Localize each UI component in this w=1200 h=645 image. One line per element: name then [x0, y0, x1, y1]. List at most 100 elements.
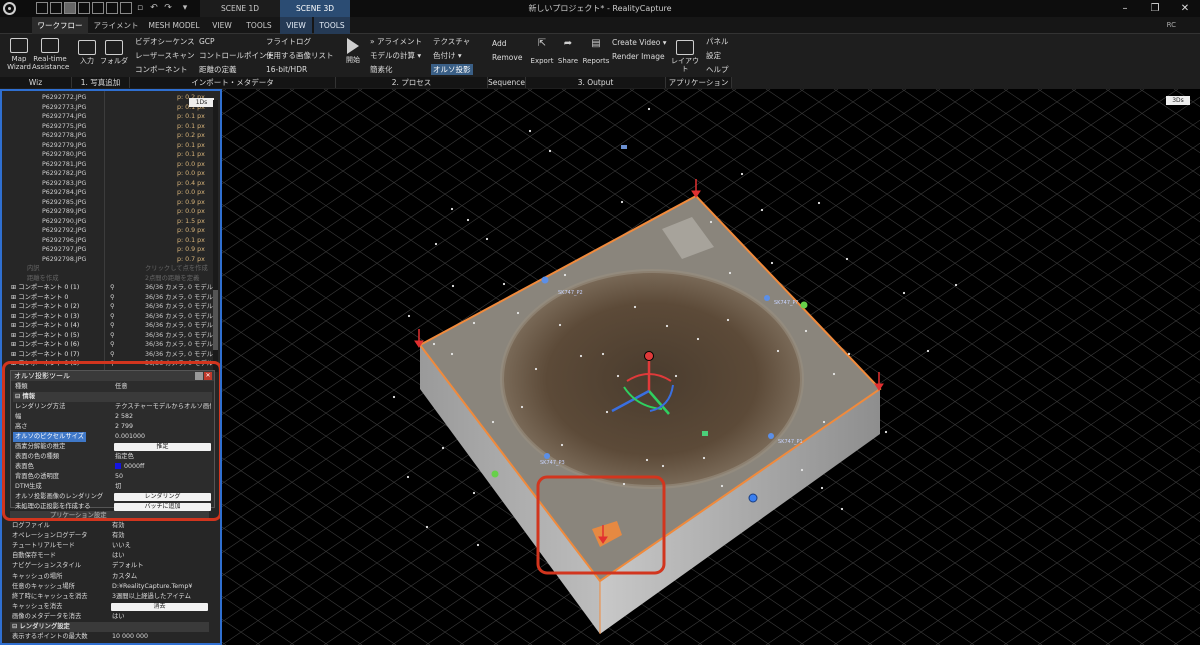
control-point-button[interactable]: コントロールポイント [199, 50, 274, 61]
image-list-button[interactable]: 使用する画像リスト [266, 50, 334, 61]
image-list-item[interactable]: P6292792.JPG p: 0.9 px [5, 226, 210, 236]
component-row[interactable]: ⊞ コンポーネント 0 (2) ⚲ 36/36 カメラ, 0 モデル [5, 302, 213, 312]
tab-scene-3d[interactable]: SCENE 3D [280, 0, 350, 17]
component-row[interactable]: ⊞ コンポーネント 0 (6) ⚲ 36/36 カメラ, 0 モデル [5, 340, 213, 350]
maximize-icon[interactable]: ❐ [1140, 0, 1170, 17]
image-list-item[interactable]: P6292783.JPG p: 0.4 px [5, 179, 210, 189]
simplify-button[interactable]: 簡素化 [370, 64, 393, 75]
layout-6-icon[interactable] [106, 2, 118, 14]
scene-canvas[interactable]: SK747_P2 SK747_P? SK747_P1 SK747_P3 [222, 89, 1200, 645]
control-point-p2[interactable] [541, 276, 549, 284]
layout-7-icon[interactable] [120, 2, 132, 14]
settings-row[interactable]: 画像のメタデータを消去 はい [10, 612, 209, 622]
setting-action-button[interactable]: 消去 [111, 602, 208, 611]
export-button[interactable]: ⇱ Export [530, 39, 554, 66]
image-list-item[interactable]: P6292779.JPG p: 0.1 px [5, 141, 210, 151]
folder-button[interactable]: フォルダ [100, 40, 128, 65]
reports-button[interactable]: ▤ Reports [582, 39, 610, 66]
layout-4-icon[interactable] [78, 2, 90, 14]
control-point-p[interactable] [764, 295, 770, 301]
tab-tools-3d[interactable]: TOOLS [314, 17, 350, 34]
component-button[interactable]: コンポーネント [135, 64, 188, 75]
image-list-item[interactable]: P6292790.JPG p: 1.5 px [5, 217, 210, 227]
gizmo-z-handle[interactable] [644, 351, 654, 361]
image-list-item[interactable]: P6292785.JPG p: 0.9 px [5, 198, 210, 208]
scrollbar-thumb[interactable] [213, 290, 218, 350]
image-list-item[interactable]: P6292781.JPG p: 0.0 px [5, 160, 210, 170]
hdr-button[interactable]: 16-bit/HDR [266, 64, 307, 75]
image-list-item[interactable]: P6292773.JPG p: 0.1 px [5, 103, 210, 113]
image-list-item[interactable]: P6292772.JPGp: 0.2 px [5, 93, 210, 103]
settings-row[interactable]: ログファイル 有効 [10, 521, 209, 531]
setting-value[interactable]: D:¥RealityCapture.Temp¥ [112, 582, 208, 592]
start-button[interactable]: 開始 [340, 38, 366, 64]
camera-position-marker[interactable] [748, 493, 758, 503]
realtime-assistance-button[interactable]: Real-time Assistance [32, 38, 69, 71]
map-wizard-button[interactable]: Map Wizard [4, 38, 34, 71]
create-video-button[interactable]: Create Video ▾ [612, 37, 666, 48]
setting-value[interactable]: 10 000 000 [112, 632, 208, 642]
compute-model-button[interactable]: モデルの計算 ▾ [370, 50, 421, 61]
image-list-item[interactable]: P6292775.JPG p: 0.1 px [5, 122, 210, 132]
colorize-button[interactable]: 色付け ▾ [433, 50, 462, 61]
component-row[interactable]: ⊞ コンポーネント 0 (4) ⚲ 36/36 カメラ, 0 モデル [5, 321, 213, 331]
images-1ds-button[interactable]: 1Ds [189, 98, 214, 107]
alignment-button[interactable]: » アライメント [370, 36, 422, 47]
tab-mesh-model[interactable]: MESH MODEL [144, 17, 204, 34]
component-row[interactable]: ⊞ コンポーネント 0 (3) ⚲ 36/36 カメラ, 0 モデル [5, 312, 213, 322]
sequence-add-button[interactable]: Add [492, 38, 507, 49]
share-button[interactable]: ➦ Share [556, 39, 580, 66]
tab-view[interactable]: VIEW [204, 17, 240, 34]
control-point-p3[interactable] [544, 453, 550, 459]
settings-button[interactable]: 設定 [706, 50, 721, 61]
redo-icon[interactable]: ↷ [162, 2, 174, 14]
ground-marker-right[interactable] [800, 301, 808, 309]
settings-row[interactable]: ナビゲーションスタイル デフォルト [10, 561, 209, 571]
settings-row[interactable]: ⊟ レンダリング設定 [10, 622, 209, 632]
component-row[interactable]: ⊞ コンポーネント 0 (7) ⚲ 36/36 カメラ, 0 モデル [5, 350, 213, 360]
ground-marker-left[interactable] [491, 470, 499, 478]
component-row[interactable]: ⊞ コンポーネント 0 ⚲ 36/36 カメラ, 0 モデル [5, 293, 213, 303]
settings-row[interactable]: 自動保存モード はい [10, 551, 209, 561]
flight-log-button[interactable]: フライトログ [266, 36, 311, 47]
render-image-button[interactable]: Render Image [612, 51, 665, 62]
scrollbar[interactable] [213, 100, 218, 372]
tool-hint-row[interactable]: 距離を作成 2点間の距離を定義 [5, 274, 210, 284]
gcp-button[interactable]: GCP [199, 36, 215, 47]
define-distance-button[interactable]: 距離の定義 [199, 64, 237, 75]
setting-value[interactable]: 有効 [112, 521, 208, 531]
image-list-item[interactable]: P6292782.JPG p: 0.0 px [5, 169, 210, 179]
settings-row[interactable]: 任意のキャッシュ場所 D:¥RealityCapture.Temp¥ [10, 582, 209, 592]
realitycapture-logo-icon[interactable] [3, 2, 16, 15]
control-point-p1[interactable] [768, 433, 774, 439]
layout-button[interactable]: レイアウト [668, 40, 702, 73]
scene-camera-icon[interactable] [621, 145, 627, 149]
tool-hint-row[interactable]: 内訳 クリックして点を作成 [5, 264, 210, 274]
tab-workflow[interactable]: ワークフロー [32, 17, 88, 34]
camera-icon-green[interactable] [702, 431, 708, 436]
image-list-item[interactable]: P6292796.JPG p: 0.1 px [5, 236, 210, 246]
layout-5-icon[interactable] [92, 2, 104, 14]
image-list-item[interactable]: P6292784.JPG p: 0.0 px [5, 188, 210, 198]
help-button[interactable]: ヘルプ [706, 64, 729, 75]
minimize-icon[interactable]: – [1110, 0, 1140, 17]
component-row[interactable]: ⊞ コンポーネント 0 (5) ⚲ 36/36 カメラ, 0 モデル [5, 331, 213, 341]
setting-value[interactable]: 有効 [112, 531, 208, 541]
image-list-item[interactable]: P6292780.JPG p: 0.1 px [5, 150, 210, 160]
tab-scene-1d[interactable]: SCENE 1D [200, 0, 280, 17]
settings-row[interactable]: オペレーションログデータ 有効 [10, 531, 209, 541]
layout-3-icon[interactable] [64, 2, 76, 14]
sequence-remove-button[interactable]: Remove [492, 52, 522, 63]
video-sequence-button[interactable]: ビデオシーケンス [135, 36, 195, 47]
settings-row[interactable]: キャッシュの場所 カスタム [10, 572, 209, 582]
setting-value[interactable]: はい [112, 551, 208, 561]
settings-row[interactable]: 終了時にキャッシュを消去 3週間以上経過したアイテム [10, 592, 209, 602]
camera-marker-top[interactable] [621, 145, 627, 149]
image-list-item[interactable]: P6292774.JPG p: 0.1 px [5, 112, 210, 122]
image-list-item[interactable]: P6292798.JPG p: 0.7 px [5, 255, 210, 265]
panel-button[interactable]: パネル [706, 36, 729, 47]
setting-value[interactable]: はい [112, 612, 208, 622]
tab-view-3d[interactable]: VIEW [280, 17, 312, 34]
tab-alignment[interactable]: アライメント [88, 17, 144, 34]
image-list-item[interactable]: P6292797.JPG p: 0.9 px [5, 245, 210, 255]
